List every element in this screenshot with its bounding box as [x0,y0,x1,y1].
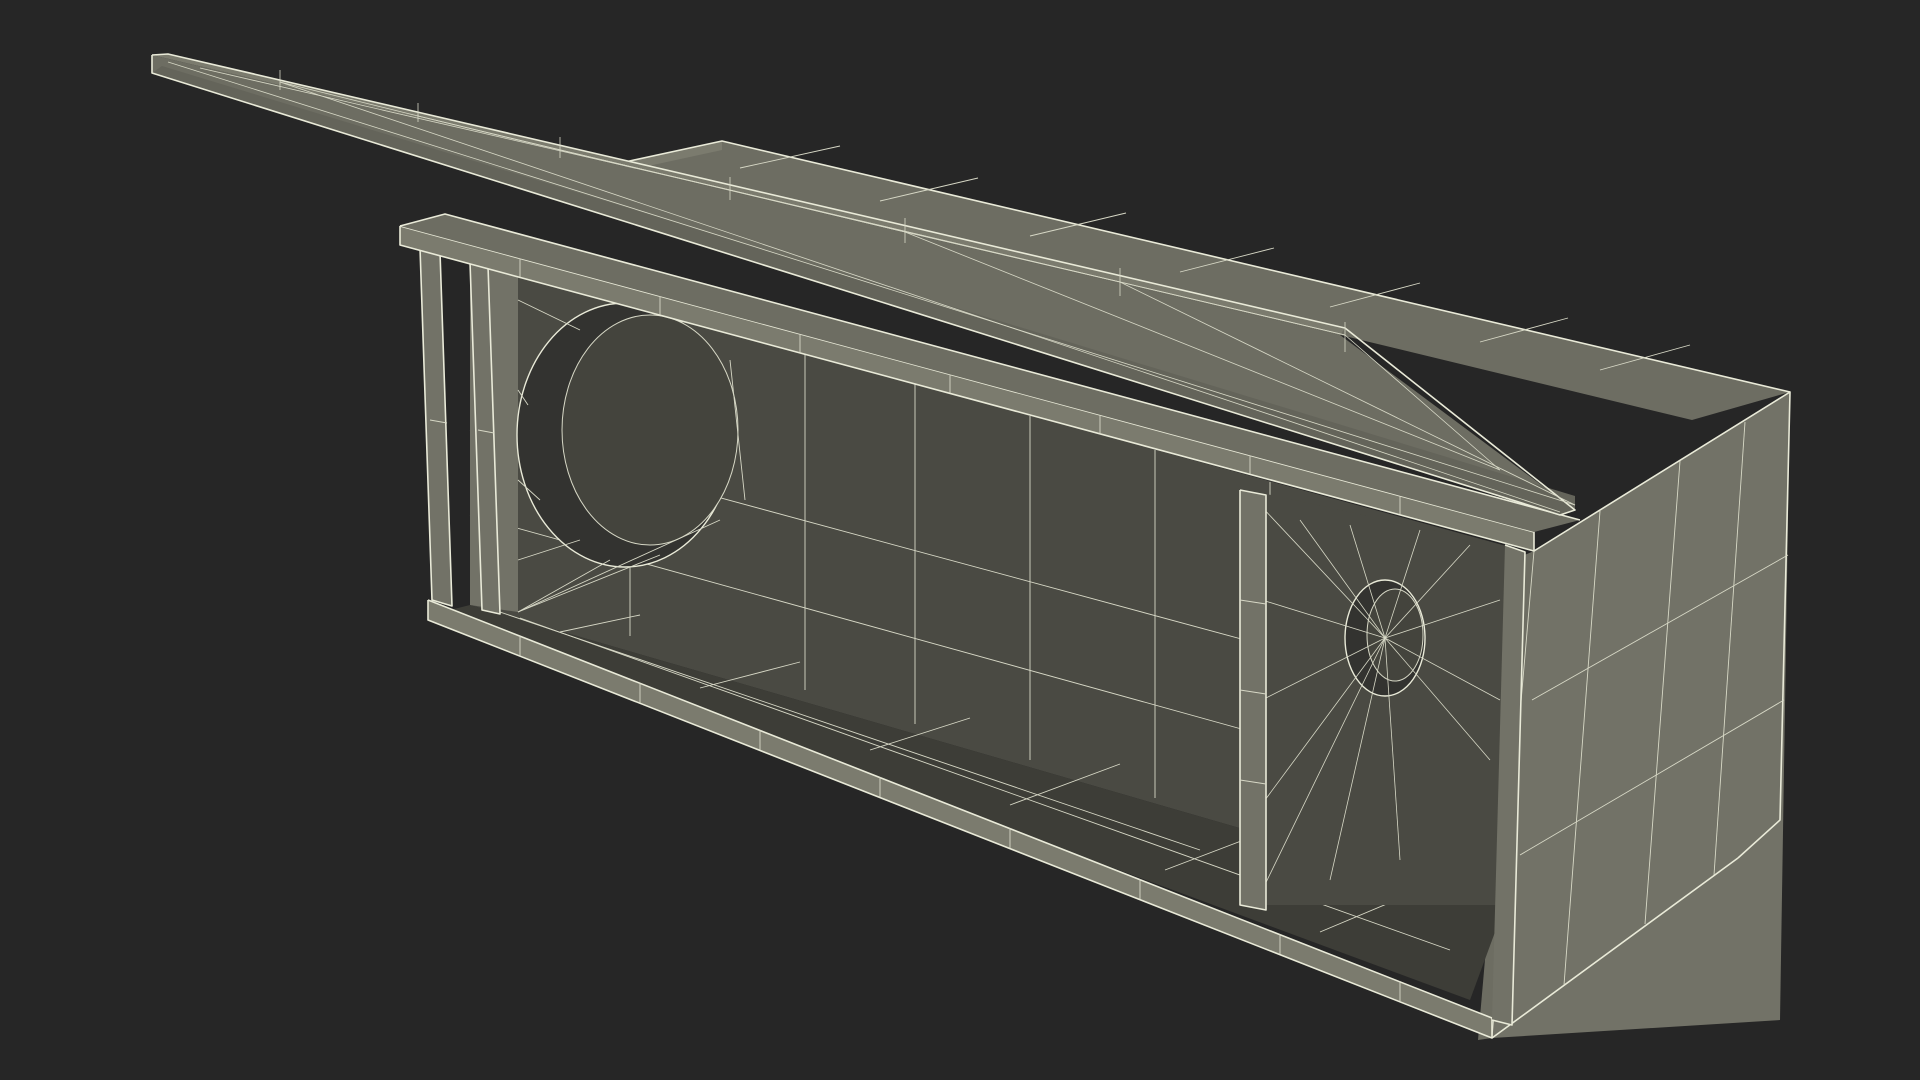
right-baffle [1248,490,1510,906]
wireframe-model [151,53,1791,1040]
3d-viewport[interactable] [0,0,1920,1080]
left-posts [419,247,501,615]
